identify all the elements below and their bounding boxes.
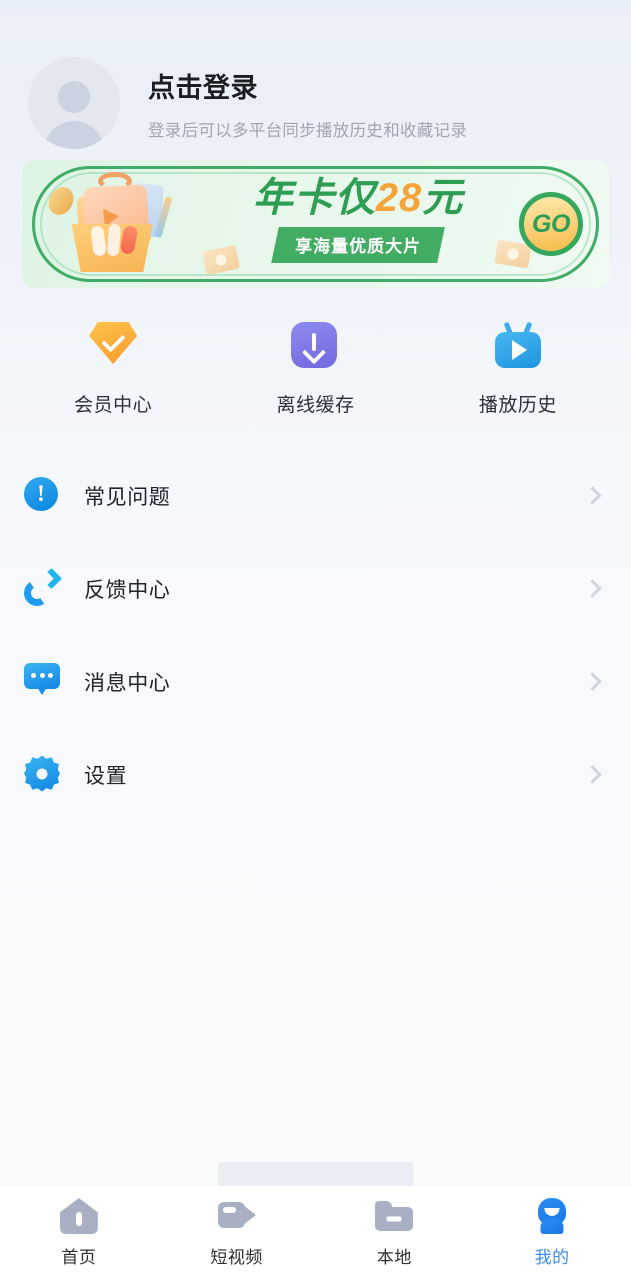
chat-bubble-icon — [24, 662, 62, 701]
gear-icon — [24, 755, 62, 794]
login-prompt-subtitle: 登录后可以多平台同步播放历史和收藏记录 — [148, 121, 468, 140]
bottom-tab-bar: 首页 短视频 本地 我的 — [0, 1186, 631, 1280]
quick-action-member-center[interactable]: 会员中心 — [12, 322, 214, 417]
banner-subtitle-text: 享海量优质大片 — [295, 237, 422, 256]
banner-go-button[interactable]: GO — [519, 192, 583, 256]
banner-headline-prefix: 年卡仅 — [252, 176, 376, 220]
home-icon — [59, 1198, 98, 1234]
gift-box-illustration-icon — [46, 168, 200, 284]
profile-text-block: 点击登录 登录后可以多平台同步播放历史和收藏记录 — [148, 66, 467, 141]
phone-outgoing-icon — [21, 567, 63, 608]
tab-label: 短视频 — [210, 1248, 263, 1267]
info-circle-icon: ! — [24, 476, 62, 515]
avatar-body-shape — [44, 121, 104, 149]
chevron-right-icon — [583, 486, 602, 505]
quick-action-label: 会员中心 — [74, 395, 153, 416]
tab-home[interactable]: 首页 — [0, 1198, 158, 1268]
menu-row-settings[interactable]: 设置 — [0, 728, 631, 821]
quick-action-play-history[interactable]: 播放历史 — [417, 321, 619, 417]
profile-header[interactable]: 点击登录 登录后可以多平台同步播放历史和收藏记录 — [0, 0, 631, 150]
tv-play-icon — [494, 321, 542, 370]
video-camera-icon — [217, 1198, 256, 1234]
folder-icon — [375, 1198, 414, 1234]
diamond-icon — [89, 322, 138, 370]
tab-short-video[interactable]: 短视频 — [158, 1198, 316, 1268]
quick-action-offline-cache[interactable]: 离线缓存 — [214, 322, 416, 417]
download-icon — [291, 322, 339, 370]
banner-headline-suffix: 元 — [422, 176, 464, 220]
avatar[interactable] — [28, 57, 120, 149]
menu-row-feedback[interactable]: 反馈中心 — [0, 542, 631, 635]
chevron-right-icon — [583, 579, 602, 598]
tab-label: 我的 — [534, 1248, 570, 1267]
menu-row-faq[interactable]: ! 常见问题 — [0, 449, 631, 542]
settings-menu-list: ! 常见问题 反馈中心 消息中心 设置 — [0, 449, 631, 821]
quick-action-label: 播放历史 — [478, 395, 557, 416]
menu-row-label: 常见问题 — [84, 485, 171, 509]
avatar-head-shape — [58, 81, 90, 113]
tab-mine[interactable]: 我的 — [473, 1198, 631, 1268]
tab-label: 首页 — [61, 1248, 97, 1267]
chevron-right-icon — [583, 672, 602, 691]
menu-row-label: 反馈中心 — [84, 578, 171, 602]
quick-actions-row: 会员中心 离线缓存 播放历史 — [0, 321, 631, 417]
person-icon — [533, 1198, 571, 1234]
login-prompt-title[interactable]: 点击登录 — [148, 66, 467, 105]
banner-headline-price: 28 — [375, 176, 423, 220]
promo-banner-wrapper: 年卡仅28元 享海量优质大片 GO — [0, 160, 631, 288]
quick-action-label: 离线缓存 — [276, 395, 355, 416]
promo-banner[interactable]: 年卡仅28元 享海量优质大片 GO — [22, 160, 609, 288]
chevron-right-icon — [583, 765, 602, 784]
banner-headline: 年卡仅28元 — [218, 178, 498, 218]
banner-subtitle-badge: 享海量优质大片 — [271, 227, 445, 263]
tab-label: 本地 — [376, 1248, 412, 1267]
tab-local[interactable]: 本地 — [316, 1198, 474, 1268]
menu-row-messages[interactable]: 消息中心 — [0, 635, 631, 728]
menu-row-label: 设置 — [84, 764, 128, 788]
banner-copy: 年卡仅28元 享海量优质大片 — [218, 178, 498, 263]
menu-row-label: 消息中心 — [84, 671, 171, 695]
